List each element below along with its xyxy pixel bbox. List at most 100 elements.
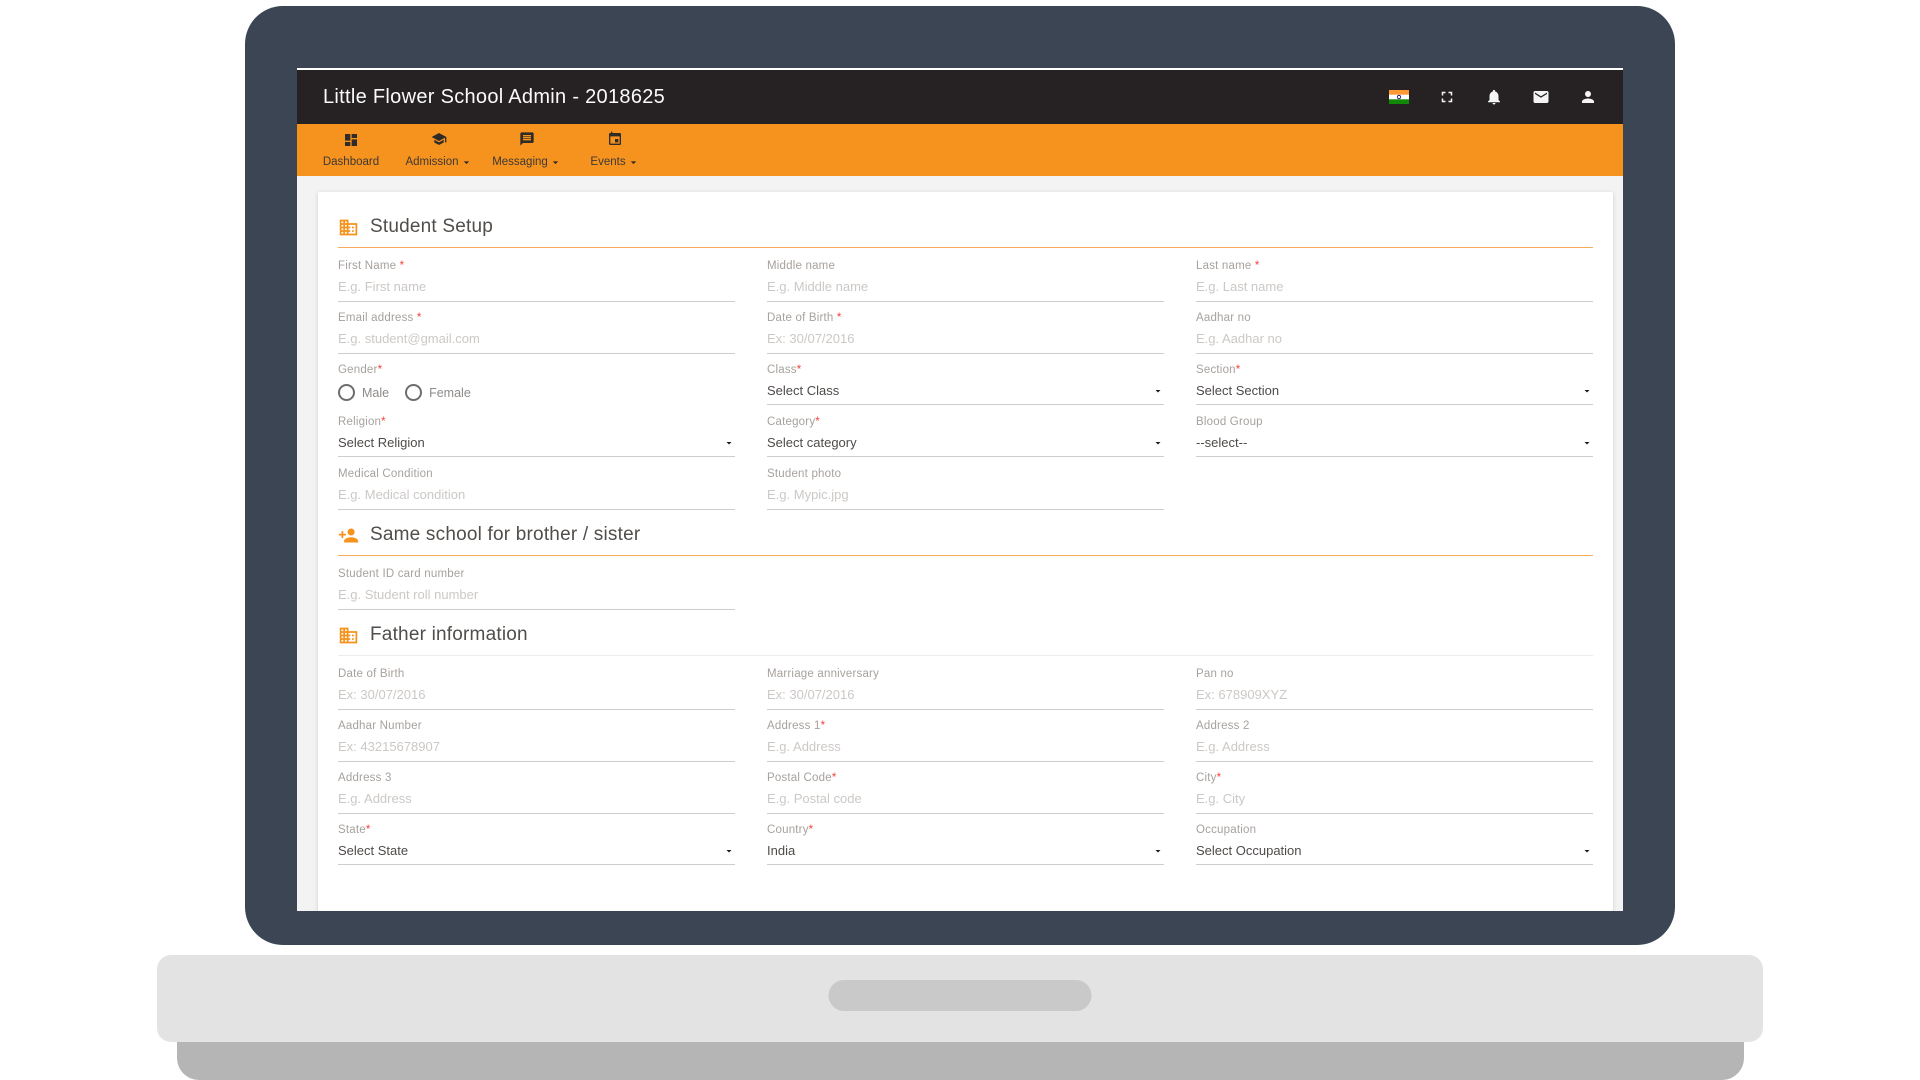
required-asterisk: *: [1236, 364, 1241, 376]
main-navbar: Dashboard Admission Messaging: [297, 124, 1623, 176]
laptop-base: [157, 955, 1763, 1042]
field-label: City*: [1196, 772, 1593, 784]
text-input-father-information-aadhar-number[interactable]: Ex: 43215678907: [338, 739, 735, 762]
fullscreen-icon[interactable]: [1438, 88, 1456, 106]
select-father-information-occupation[interactable]: Select Occupation: [1196, 843, 1593, 865]
text-input-student-setup-first-name[interactable]: E.g. First name: [338, 279, 735, 302]
field-label: Middle name: [767, 260, 1164, 272]
select-father-information-country[interactable]: India: [767, 843, 1164, 865]
required-asterisk: *: [378, 364, 383, 376]
text-input-sibling-student-id-card-number[interactable]: E.g. Student roll number: [338, 587, 735, 610]
field-label: Date of Birth *: [767, 312, 1164, 324]
required-asterisk: *: [1217, 772, 1222, 784]
text-input-student-setup-email-address[interactable]: E.g. student@gmail.com: [338, 331, 735, 354]
text-input-father-information-address-1[interactable]: E.g. Address: [767, 739, 1164, 762]
section-header: Father information: [338, 624, 1593, 646]
field-label: Religion*: [338, 416, 735, 428]
field-student-setup-first-name: First Name * E.g. First name: [338, 260, 735, 300]
nav-item-admission[interactable]: Admission: [395, 124, 483, 176]
dropdown-arrow-icon: [1581, 385, 1593, 397]
dropdown-arrow-icon: [1581, 845, 1593, 857]
dropdown-arrow-icon: [1152, 385, 1164, 397]
field-father-information-address-2: Address 2 E.g. Address: [1196, 720, 1593, 760]
text-input-student-setup-last-name[interactable]: E.g. Last name: [1196, 279, 1593, 302]
chat-icon: [519, 131, 535, 152]
text-input-student-setup-date-of-birth[interactable]: Ex: 30/07/2016: [767, 331, 1164, 354]
field-label: Blood Group: [1196, 416, 1593, 428]
field-father-information-postal-code: Postal Code*E.g. Postal code: [767, 772, 1164, 812]
dropdown-arrow-icon: [723, 437, 735, 449]
select-student-setup-class[interactable]: Select Class: [767, 383, 1164, 405]
field-father-information-occupation: Occupation Select Occupation: [1196, 824, 1593, 864]
field-student-setup-medical-condition: Medical ConditionE.g. Medical condition: [338, 468, 735, 508]
field-student-setup-aadhar-no: Aadhar noE.g. Aadhar no: [1196, 312, 1593, 352]
text-input-father-information-date-of-birth[interactable]: Ex: 30/07/2016: [338, 687, 735, 710]
text-input-student-setup-medical-condition[interactable]: E.g. Medical condition: [338, 487, 735, 510]
required-asterisk: *: [396, 260, 404, 272]
field-student-setup-middle-name: Middle name E.g. Middle name: [767, 260, 1164, 300]
required-asterisk: *: [1252, 260, 1260, 272]
field-student-setup-class: Class*Select Class: [767, 364, 1164, 404]
calendar-icon: [607, 131, 623, 152]
school-building-icon: [338, 625, 359, 646]
text-input-student-setup-aadhar-no[interactable]: E.g. Aadhar no: [1196, 331, 1593, 354]
select-value: Select Section: [1196, 383, 1279, 398]
field-label: Occupation: [1196, 824, 1593, 836]
text-input-student-setup-student-photo[interactable]: E.g. Mypic.jpg: [767, 487, 1164, 510]
text-input-father-information-address-3[interactable]: E.g. Address: [338, 791, 735, 814]
select-value: --select--: [1196, 435, 1247, 450]
field-label: Address 1*: [767, 720, 1164, 732]
select-student-setup-religion[interactable]: Select Religion: [338, 435, 735, 457]
text-input-father-information-pan-no[interactable]: Ex: 678909XYZ: [1196, 687, 1593, 710]
field-label: Date of Birth: [338, 668, 735, 680]
field-label: Student photo: [767, 468, 1164, 480]
field-father-information-address-3: Address 3E.g. Address: [338, 772, 735, 812]
nav-item-messaging[interactable]: Messaging: [483, 124, 571, 176]
radio-male[interactable]: [338, 384, 355, 401]
required-asterisk: *: [832, 772, 837, 784]
select-value: Select Class: [767, 383, 839, 398]
graduation-cap-icon: [431, 131, 447, 152]
field-student-setup-religion: Religion* Select Religion: [338, 416, 735, 456]
field-label: Address 2: [1196, 720, 1593, 732]
required-asterisk: *: [809, 824, 814, 836]
field-father-information-date-of-birth: Date of Birth Ex: 30/07/2016: [338, 668, 735, 708]
student-setup-card: Student SetupFirst Name *E.g. First name…: [318, 192, 1613, 911]
text-input-father-information-marriage-anniversary[interactable]: Ex: 30/07/2016: [767, 687, 1164, 710]
field-label: Category*: [767, 416, 1164, 428]
select-student-setup-category[interactable]: Select category: [767, 435, 1164, 457]
text-input-father-information-postal-code[interactable]: E.g. Postal code: [767, 791, 1164, 814]
field-label: Marriage anniversary: [767, 668, 1164, 680]
empty-cell: [767, 568, 1164, 608]
nav-label: Events: [590, 156, 625, 168]
field-label: First Name *: [338, 260, 735, 272]
nav-item-events[interactable]: Events: [571, 124, 659, 176]
app-window: Little Flower School Admin - 2018625: [297, 68, 1623, 911]
section-title: Father information: [370, 624, 528, 646]
mail-icon[interactable]: [1532, 88, 1550, 106]
text-input-father-information-city[interactable]: E.g. City: [1196, 791, 1593, 814]
notifications-bell-icon[interactable]: [1485, 88, 1503, 106]
form-sections: Student SetupFirst Name *E.g. First name…: [338, 216, 1593, 864]
radio-female[interactable]: [405, 384, 422, 401]
select-student-setup-blood-group[interactable]: --select--: [1196, 435, 1593, 457]
nav-label: Admission: [405, 156, 458, 168]
text-input-father-information-address-2[interactable]: E.g. Address: [1196, 739, 1593, 762]
field-father-information-address-1: Address 1* E.g. Address: [767, 720, 1164, 760]
required-asterisk: *: [381, 416, 386, 428]
account-icon[interactable]: [1579, 88, 1597, 106]
nav-item-dashboard[interactable]: Dashboard: [307, 124, 395, 176]
dropdown-arrow-icon: [1581, 437, 1593, 449]
india-flag-icon[interactable]: [1389, 90, 1409, 104]
text-input-student-setup-middle-name[interactable]: E.g. Middle name: [767, 279, 1164, 302]
school-building-icon: [338, 217, 359, 238]
field-label: Pan no: [1196, 668, 1593, 680]
select-student-setup-section[interactable]: Select Section: [1196, 383, 1593, 405]
content-area: Student SetupFirst Name *E.g. First name…: [297, 176, 1623, 911]
field-student-setup-category: Category* Select category: [767, 416, 1164, 456]
field-label: Aadhar Number: [338, 720, 735, 732]
select-value: Select Religion: [338, 435, 425, 450]
chevron-down-icon: [459, 155, 473, 169]
field-father-information-city: City* E.g. City: [1196, 772, 1593, 812]
select-father-information-state[interactable]: Select State: [338, 843, 735, 865]
